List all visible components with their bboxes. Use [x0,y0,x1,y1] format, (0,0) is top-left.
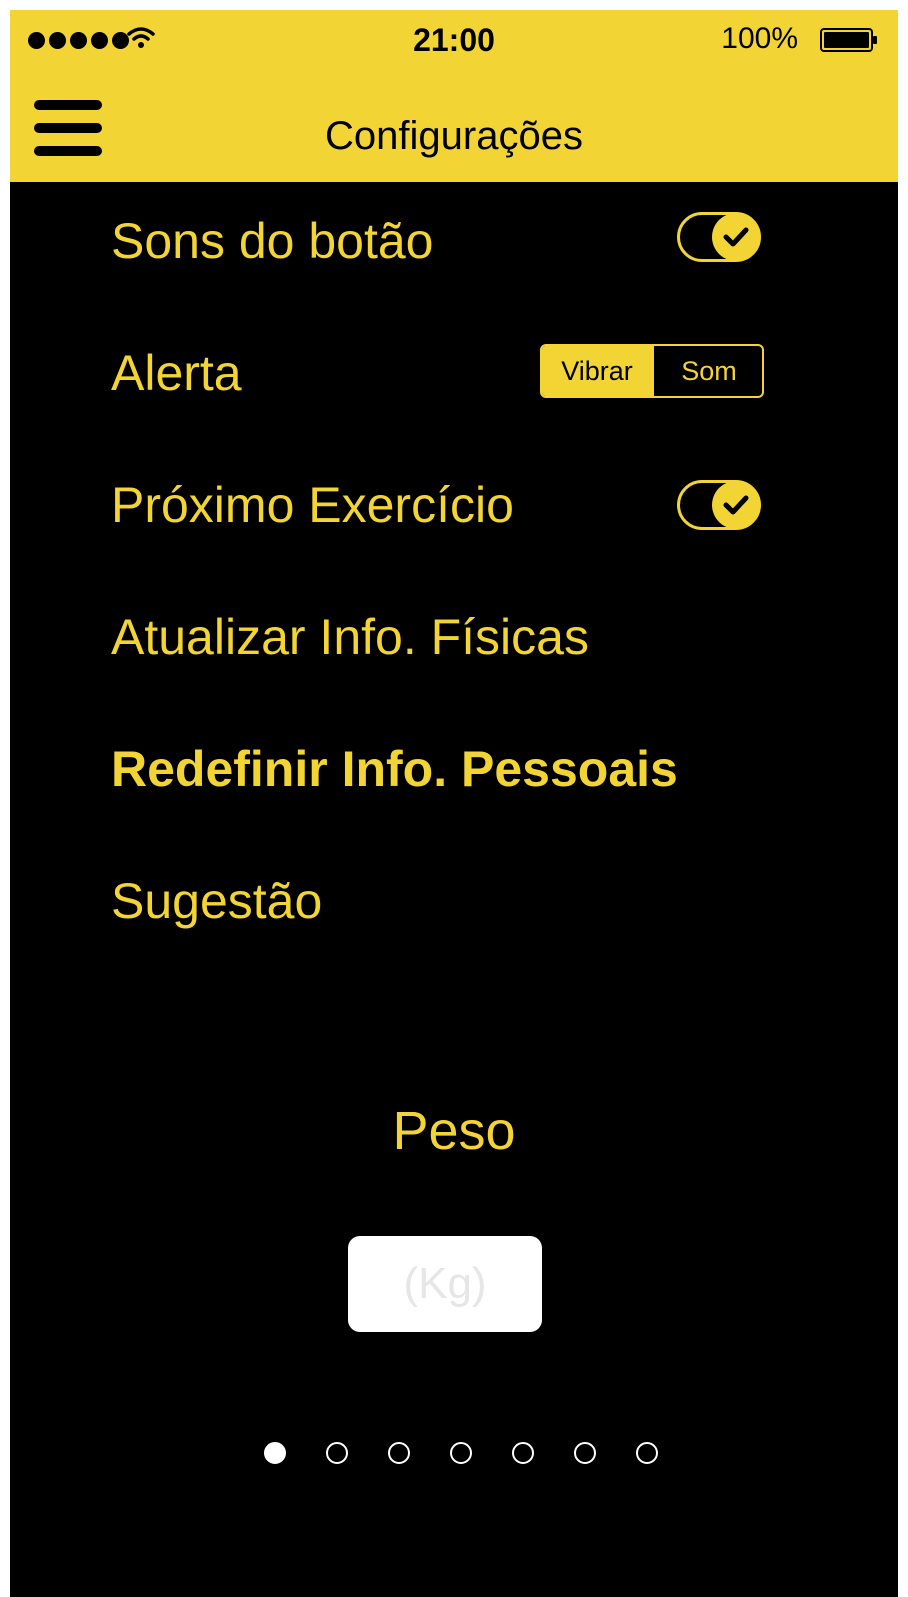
page-dot-5[interactable] [512,1442,534,1464]
next-exercise-toggle[interactable] [677,480,761,530]
header: 21:00 100% Configurações [10,10,898,182]
page-dot-6[interactable] [574,1442,596,1464]
page-title: Configurações [325,114,583,158]
next-exercise-label: Próximo Exercício [111,477,514,533]
status-bar: 21:00 100% [10,10,898,66]
suggestion-item[interactable]: Sugestão [111,872,322,930]
app-screen: 21:00 100% Configurações Sons do botão A… [10,10,898,1597]
alert-segmented-control: Vibrar Som [540,344,764,398]
weight-input[interactable] [348,1236,542,1332]
button-sounds-label: Sons do botão [111,213,434,269]
page-dot-1[interactable] [264,1442,286,1464]
battery-icon [820,28,877,52]
page-dot-7[interactable] [636,1442,658,1464]
toggle-knob [712,481,760,529]
page-indicator [264,1442,658,1464]
alert-label: Alerta [111,345,242,401]
alert-option-vibrar[interactable]: Vibrar [542,346,652,396]
battery-percentage: 100% [721,22,798,55]
button-sounds-toggle[interactable] [677,212,761,262]
page-dot-3[interactable] [388,1442,410,1464]
checkmark-icon [723,495,749,515]
update-physical-info-item[interactable]: Atualizar Info. Físicas [111,608,589,666]
reset-personal-info-item[interactable]: Redefinir Info. Pessoais [111,740,678,798]
page-dot-2[interactable] [326,1442,348,1464]
page-dot-4[interactable] [450,1442,472,1464]
weight-label: Peso [392,1101,516,1161]
toggle-knob [712,213,760,261]
checkmark-icon [723,227,749,247]
alert-option-som[interactable]: Som [652,346,762,396]
